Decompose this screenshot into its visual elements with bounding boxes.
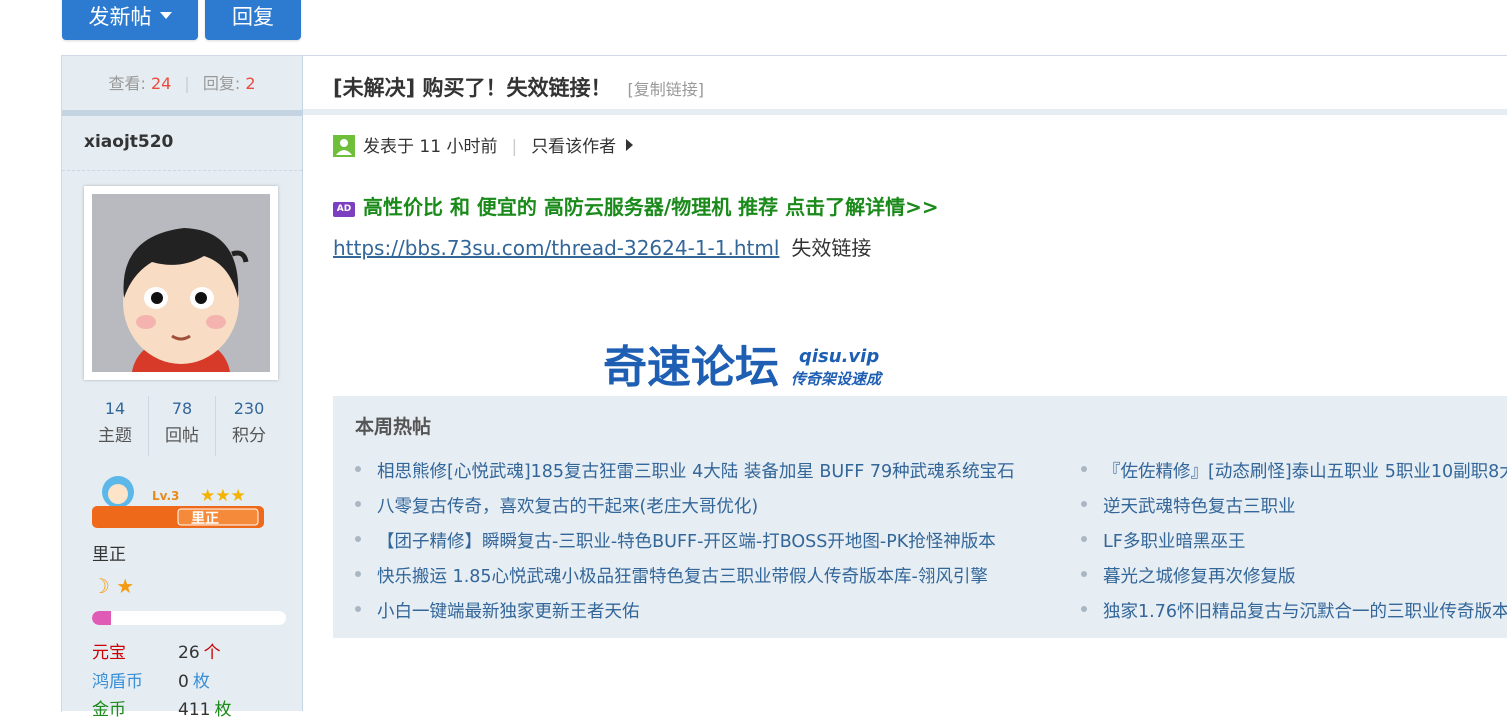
hot-post-link[interactable]: 八零复古传奇，喜欢复古的干起来(老庄大哥优化) <box>353 493 1015 528</box>
post-title-row: [未解决] 购买了！失效链接！ [复制链接] <box>303 56 1507 108</box>
badge-title: 里正 <box>191 511 219 527</box>
only-author-link[interactable]: 只看该作者 <box>531 137 616 157</box>
post-time: 发表于 11 小时前 <box>363 137 498 157</box>
play-arrow-icon <box>626 139 634 151</box>
hot-posts-title: 本周热帖 <box>355 416 432 438</box>
post-meta: 发表于 11 小时前 | 只看该作者 <box>333 132 634 157</box>
new-post-label: 发新帖 <box>88 5 152 29</box>
title-divider <box>303 109 1507 115</box>
stat-value: 78 <box>171 399 193 418</box>
currency-gold: 金币 411 枚 <box>92 695 231 720</box>
stat-label: 积分 <box>232 426 266 446</box>
stat-points[interactable]: 230 积分 <box>216 396 282 456</box>
honor-icons: ☽ ★ <box>92 574 134 598</box>
replies-label: 回复: <box>202 74 241 93</box>
sidebar-divider <box>62 110 302 116</box>
post-content: https://bbs.73su.com/thread-32624-1-1.ht… <box>333 232 871 261</box>
stat-label: 主题 <box>98 426 132 446</box>
level-progress-fill <box>92 611 112 625</box>
chevron-down-icon <box>159 11 172 19</box>
stats-divider: | <box>184 74 190 93</box>
hot-post-link[interactable]: 快乐搬运 1.85心悦武魂小极品狂雷特色复古三职业带假人传奇版本库-翎风引擎 <box>353 563 1015 598</box>
online-user-icon <box>333 135 355 157</box>
level-progress <box>92 611 286 625</box>
currency-hongdun: 鸿盾币 0 枚 <box>92 667 210 692</box>
user-rank: 里正 <box>92 545 126 565</box>
stat-value: 230 <box>233 399 265 418</box>
logo-main-text: 奇速论坛 <box>603 342 779 392</box>
site-logo: 奇速论坛 qisu.vip 传奇架设速成 <box>603 336 903 396</box>
currency-unit: 个 <box>203 643 221 663</box>
dashed-divider <box>62 170 302 171</box>
avatar-image <box>92 194 270 372</box>
stat-label: 回帖 <box>165 426 199 446</box>
stat-value: 14 <box>104 399 126 418</box>
ad-text: 高性价比 和 便宜的 高防云服务器/物理机 推荐 点击了解详情>> <box>363 195 939 219</box>
currency-value: 411 <box>178 700 211 720</box>
currency-unit: 枚 <box>214 700 232 720</box>
thread-link[interactable]: https://bbs.73su.com/thread-32624-1-1.ht… <box>333 236 779 260</box>
post-main: [未解决] 购买了！失效链接！ [复制链接] 发表于 11 小时前 | 只看该作者 A… <box>303 56 1507 711</box>
logo-slogan-text: 传奇架设速成 <box>791 370 884 388</box>
copy-link-button[interactable]: [复制链接] <box>628 80 705 99</box>
user-stats: 14 主题 78 回帖 230 积分 <box>82 396 282 456</box>
currency-label[interactable]: 鸿盾币 <box>92 667 178 692</box>
stat-replies[interactable]: 78 回帖 <box>149 396 216 456</box>
hot-post-link[interactable]: 暮光之城修复再次修复版 <box>1079 563 1507 598</box>
currency-value: 0 <box>178 672 189 692</box>
currency-label[interactable]: 元宝 <box>92 638 178 663</box>
views-label: 查看: <box>108 74 146 93</box>
post-title-text: [未解决] 购买了！失效链接！ <box>333 76 612 100</box>
post-body-text: 失效链接 <box>791 236 872 260</box>
site-logo-image: 奇速论坛 qisu.vip 传奇架设速成 <box>603 342 884 393</box>
post-title: [未解决] 购买了！失效链接！ [复制链接] <box>333 72 704 102</box>
currency-unit: 枚 <box>192 672 210 692</box>
currency-value: 26 <box>178 643 200 663</box>
hot-posts-left: 相思熊修[心悦武魂]185复古狂雷三职业 4大陆 装备加星 BUFF 79种武魂… <box>353 458 1015 633</box>
level-badge: Lv.3 ★★★ 里正 <box>90 472 270 536</box>
hot-posts-right: 『佐佐精修』[动态刷怪]泰山五职业 5职业10副职8大 逆天武魂特色复古三职业 … <box>1079 458 1507 633</box>
new-post-button[interactable]: 发新帖 <box>62 0 198 40</box>
hot-post-link[interactable]: 相思熊修[心悦武魂]185复古狂雷三职业 4大陆 装备加星 BUFF 79种武魂… <box>353 458 1015 493</box>
reply-label: 回复 <box>232 5 274 29</box>
currency-label[interactable]: 金币 <box>92 695 178 720</box>
hot-post-link[interactable]: 小白一键端最新独家更新王者天佑 <box>353 598 1015 633</box>
hot-post-link[interactable]: 逆天武魂特色复古三职业 <box>1079 493 1507 528</box>
views-count: 24 <box>150 74 172 93</box>
hot-post-link[interactable]: 【团子精修】瞬瞬复古-三职业-特色BUFF-开区端-打BOSS开地图-PK抢怪神… <box>353 528 1015 563</box>
logo-domain-text: qisu.vip <box>799 346 879 367</box>
hot-post-link[interactable]: LF多职业暗黑巫王 <box>1079 528 1507 563</box>
ad-tag-icon: AD <box>333 202 355 217</box>
author-name[interactable]: xiaojt520 <box>84 132 173 152</box>
currency-yuanbao: 元宝 26 个 <box>92 638 221 663</box>
stat-topics[interactable]: 14 主题 <box>82 396 149 456</box>
level-badge-image: Lv.3 ★★★ 里正 <box>92 476 264 528</box>
level-text: Lv.3 <box>152 489 179 503</box>
ad-banner[interactable]: AD 高性价比 和 便宜的 高防云服务器/物理机 推荐 点击了解详情>> <box>333 191 939 220</box>
replies-count: 2 <box>245 74 256 93</box>
meta-divider: | <box>511 137 518 157</box>
avatar[interactable] <box>84 186 278 380</box>
hot-post-link[interactable]: 『佐佐精修』[动态刷怪]泰山五职业 5职业10副职8大 <box>1079 458 1507 493</box>
hot-post-link[interactable]: 独家1.76怀旧精品复古与沉默合一的三职业传奇版本 <box>1079 598 1507 633</box>
star-icon: ★★★ <box>200 486 246 506</box>
star-icon: ★ <box>116 574 135 598</box>
reply-button[interactable]: 回复 <box>205 0 301 40</box>
author-sidebar: 查看: 24 | 回复: 2 xiaojt520 14 主题 78 回帖 230… <box>62 56 303 720</box>
moon-icon: ☽ <box>92 574 110 598</box>
thread-stats: 查看: 24 | 回复: 2 <box>62 56 302 112</box>
weekly-hot-posts: 本周热帖 相思熊修[心悦武魂]185复古狂雷三职业 4大陆 装备加星 BUFF … <box>333 396 1507 638</box>
